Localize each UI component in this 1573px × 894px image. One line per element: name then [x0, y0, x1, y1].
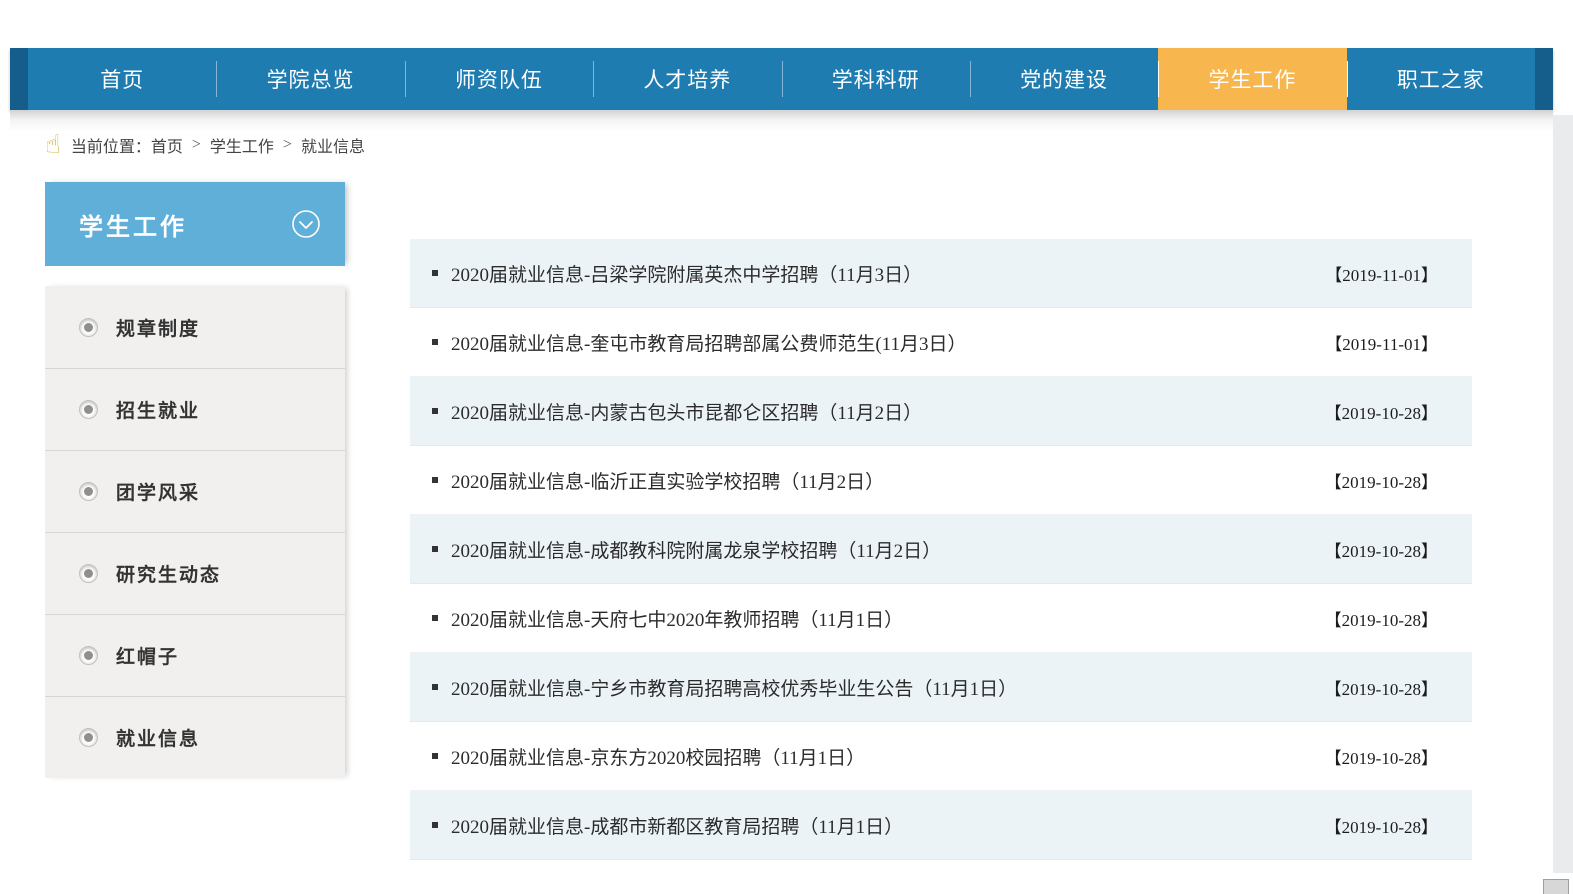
list-item-date: 【2019-10-28】: [1325, 399, 1438, 424]
sidebar-header[interactable]: 学生工作: [45, 182, 345, 266]
nav-tab-label: 人才培养: [643, 64, 731, 94]
list-item-title[interactable]: 2020届就业信息-内蒙古包头市昆都仑区招聘（11月2日）: [451, 398, 1305, 425]
list-item: 2020届就业信息-吕梁学院附属英杰中学招聘（11月3日） 【2019-11-0…: [410, 239, 1472, 308]
nav-tab[interactable]: 党的建设: [970, 48, 1158, 110]
square-bullet-icon: [432, 477, 438, 483]
breadcrumb-link-jobs[interactable]: 就业信息: [301, 133, 365, 157]
sidebar-item[interactable]: 就业信息: [45, 696, 345, 778]
nav-tab[interactable]: 学院总览: [216, 48, 404, 110]
radio-bullet-icon: [79, 318, 98, 337]
radio-bullet-icon: [79, 564, 98, 583]
square-bullet-icon: [432, 339, 438, 345]
list-item-title[interactable]: 2020届就业信息-奎屯市教育局招聘部属公费师范生(11月3日）: [451, 329, 1305, 356]
list-item-date: 【2019-10-28】: [1325, 468, 1438, 493]
sidebar-gap: [45, 266, 345, 286]
nav-tab-label: 师资队伍: [455, 64, 543, 94]
sidebar-item[interactable]: 团学风采: [45, 450, 345, 532]
nav-tab-label: 学院总览: [267, 64, 355, 94]
main-content: 学生工作 规章制度 招生就业 团学风采: [10, 180, 1553, 860]
list-item: 2020届就业信息-宁乡市教育局招聘高校优秀毕业生公告（11月1日） 【2019…: [410, 653, 1472, 722]
corner-widget[interactable]: [1543, 879, 1569, 894]
nav-tab[interactable]: 学生工作: [1158, 48, 1346, 110]
list-item-date: 【2019-10-28】: [1325, 675, 1438, 700]
square-bullet-icon: [432, 822, 438, 828]
chevron-down-circle-icon[interactable]: [291, 209, 321, 239]
sidebar-item-label: 规章制度: [116, 314, 200, 341]
square-bullet-icon: [432, 408, 438, 414]
list-item-date: 【2019-10-28】: [1325, 606, 1438, 631]
nav-tab-label: 首页: [100, 64, 144, 94]
breadcrumb-link-home[interactable]: 首页: [151, 133, 183, 157]
nav-tab[interactable]: 学科科研: [782, 48, 970, 110]
square-bullet-icon: [432, 270, 438, 276]
breadcrumb-prefix: 当前位置：: [71, 133, 151, 157]
list-item: 2020届就业信息-成都市新都区教育局招聘（11月1日） 【2019-10-28…: [410, 791, 1472, 860]
sidebar-item[interactable]: 研究生动态: [45, 532, 345, 614]
radio-bullet-icon: [79, 646, 98, 665]
square-bullet-icon: [432, 684, 438, 690]
navbar-left-cap: [10, 48, 28, 110]
sidebar-item-label: 就业信息: [116, 724, 200, 751]
breadcrumb-link-student-work[interactable]: 学生工作: [210, 133, 274, 157]
list-item-date: 【2019-10-28】: [1325, 744, 1438, 769]
job-info-list: 2020届就业信息-吕梁学院附属英杰中学招聘（11月3日） 【2019-11-0…: [410, 239, 1472, 860]
list-item: 2020届就业信息-成都教科院附属龙泉学校招聘（11月2日） 【2019-10-…: [410, 515, 1472, 584]
radio-bullet-icon: [79, 728, 98, 747]
list-item: 2020届就业信息-临沂正直实验学校招聘（11月2日） 【2019-10-28】: [410, 446, 1472, 515]
list-item-date: 【2019-11-01】: [1325, 330, 1438, 355]
nav-tab[interactable]: 人才培养: [593, 48, 781, 110]
sidebar-item-label: 研究生动态: [116, 560, 221, 587]
nav-tab-label: 党的建设: [1020, 64, 1108, 94]
nav-tab[interactable]: 职工之家: [1347, 48, 1535, 110]
list-item: 2020届就业信息-奎屯市教育局招聘部属公费师范生(11月3日） 【2019-1…: [410, 308, 1472, 377]
list-item: 2020届就业信息-京东方2020校园招聘（11月1日） 【2019-10-28…: [410, 722, 1472, 791]
square-bullet-icon: [432, 753, 438, 759]
nav-tab[interactable]: 师资队伍: [405, 48, 593, 110]
list-item-title[interactable]: 2020届就业信息-天府七中2020年教师招聘（11月1日）: [451, 605, 1305, 632]
sidebar-item[interactable]: 红帽子: [45, 614, 345, 696]
sidebar-title: 学生工作: [79, 207, 187, 242]
radio-bullet-icon: [79, 482, 98, 501]
nav-tab-label: 学科科研: [832, 64, 920, 94]
radio-bullet-icon: [79, 400, 98, 419]
breadcrumb-separator: >: [283, 136, 292, 154]
sidebar-item-label: 招生就业: [116, 396, 200, 423]
hand-pointer-icon: ☝: [45, 132, 61, 158]
square-bullet-icon: [432, 546, 438, 552]
sidebar-item-label: 团学风采: [116, 478, 200, 505]
sidebar-item[interactable]: 规章制度: [45, 286, 345, 368]
list-item-date: 【2019-10-28】: [1325, 813, 1438, 838]
list-item: 2020届就业信息-内蒙古包头市昆都仑区招聘（11月2日） 【2019-10-2…: [410, 377, 1472, 446]
sidebar-item[interactable]: 招生就业: [45, 368, 345, 450]
list-item-title[interactable]: 2020届就业信息-宁乡市教育局招聘高校优秀毕业生公告（11月1日）: [451, 674, 1305, 701]
list-item-title[interactable]: 2020届就业信息-吕梁学院附属英杰中学招聘（11月3日）: [451, 260, 1305, 287]
list-item-title[interactable]: 2020届就业信息-成都市新都区教育局招聘（11月1日）: [451, 812, 1305, 839]
nav-tab-label: 学生工作: [1208, 64, 1296, 94]
list-item: 2020届就业信息-天府七中2020年教师招聘（11月1日） 【2019-10-…: [410, 584, 1472, 653]
list-item-date: 【2019-11-01】: [1325, 261, 1438, 286]
top-navbar: 首页 学院总览 师资队伍 人才培养 学科科研 党的建设 学生工作 职工之家: [10, 48, 1553, 110]
right-edge-strip: [1553, 115, 1573, 873]
page-container: 首页 学院总览 师资队伍 人才培养 学科科研 党的建设 学生工作 职工之家 ☝ …: [10, 0, 1553, 860]
square-bullet-icon: [432, 615, 438, 621]
breadcrumb-separator: >: [192, 136, 201, 154]
sidebar: 学生工作 规章制度 招生就业 团学风采: [45, 182, 345, 778]
navbar-right-cap: [1535, 48, 1553, 110]
nav-tab[interactable]: 首页: [28, 48, 216, 110]
list-item-date: 【2019-10-28】: [1325, 537, 1438, 562]
list-item-title[interactable]: 2020届就业信息-临沂正直实验学校招聘（11月2日）: [451, 467, 1305, 494]
list-item-title[interactable]: 2020届就业信息-京东方2020校园招聘（11月1日）: [451, 743, 1305, 770]
breadcrumb: ☝ 当前位置： 首页 > 学生工作 > 就业信息: [10, 110, 1553, 180]
list-item-title[interactable]: 2020届就业信息-成都教科院附属龙泉学校招聘（11月2日）: [451, 536, 1305, 563]
nav-tab-label: 职工之家: [1397, 64, 1485, 94]
sidebar-item-label: 红帽子: [116, 642, 179, 669]
sidebar-menu: 规章制度 招生就业 团学风采 研究生动态 红帽子: [45, 286, 345, 778]
